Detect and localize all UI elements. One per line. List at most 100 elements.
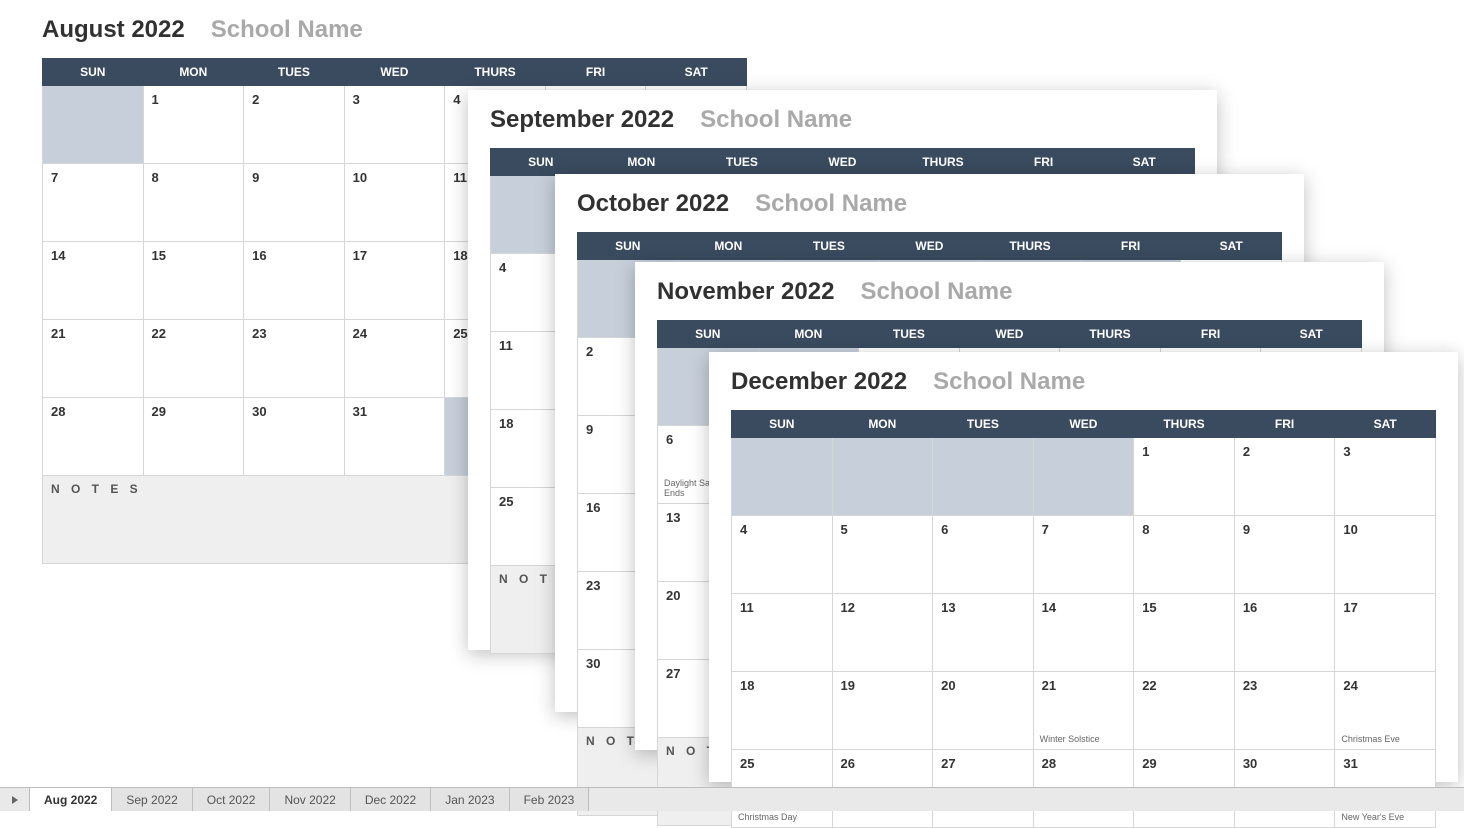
- day-header: WED: [879, 233, 980, 260]
- day-number: 26: [841, 756, 925, 771]
- day-header: MON: [832, 411, 933, 438]
- day-header: SAT: [1261, 321, 1362, 348]
- day-cell[interactable]: 17: [344, 242, 445, 320]
- day-cell[interactable]: 6: [933, 516, 1034, 594]
- day-cell[interactable]: 5: [832, 516, 933, 594]
- day-number: 28: [1042, 756, 1126, 771]
- day-cell[interactable]: [43, 86, 144, 164]
- school-name: School Name: [211, 16, 363, 44]
- day-header: THURS: [980, 233, 1081, 260]
- month-title: August 2022: [42, 16, 185, 44]
- day-cell[interactable]: 4: [732, 516, 833, 594]
- day-number: 9: [1243, 522, 1327, 537]
- day-cell[interactable]: 21: [43, 320, 144, 398]
- day-cell[interactable]: 17: [1335, 594, 1436, 672]
- day-header: FRI: [545, 59, 646, 86]
- day-cell[interactable]: 23: [1234, 672, 1335, 750]
- day-cell[interactable]: 8: [143, 164, 244, 242]
- day-cell[interactable]: 14: [1033, 594, 1134, 672]
- day-cell[interactable]: 16: [244, 242, 345, 320]
- month-title: September 2022: [490, 106, 674, 134]
- tab-nav-button[interactable]: [0, 788, 30, 811]
- day-cell[interactable]: [732, 438, 833, 516]
- day-number: 31: [1343, 756, 1427, 771]
- day-number: 30: [252, 404, 336, 419]
- day-cell[interactable]: 24: [344, 320, 445, 398]
- day-cell[interactable]: 1: [143, 86, 244, 164]
- day-header: WED: [792, 149, 893, 176]
- day-cell[interactable]: 13: [933, 594, 1034, 672]
- day-cell[interactable]: 19: [832, 672, 933, 750]
- day-cell[interactable]: 10: [344, 164, 445, 242]
- day-header: TUES: [244, 59, 345, 86]
- day-cell[interactable]: 30: [244, 398, 345, 476]
- day-cell[interactable]: 22: [143, 320, 244, 398]
- day-number: 5: [841, 522, 925, 537]
- day-cell[interactable]: 12: [832, 594, 933, 672]
- day-header: SUN: [732, 411, 833, 438]
- day-cell[interactable]: 8: [1134, 516, 1235, 594]
- sheet-tab[interactable]: Oct 2022: [193, 788, 271, 811]
- day-number: 17: [353, 248, 437, 263]
- sheet-tab[interactable]: Sep 2022: [112, 788, 192, 811]
- school-name: School Name: [933, 368, 1085, 396]
- day-cell[interactable]: 14: [43, 242, 144, 320]
- day-header: MON: [143, 59, 244, 86]
- tab-list: Aug 2022Sep 2022Oct 2022Nov 2022Dec 2022…: [30, 788, 589, 811]
- day-cell[interactable]: 9: [1234, 516, 1335, 594]
- day-cell[interactable]: 16: [1234, 594, 1335, 672]
- day-cell[interactable]: [1033, 438, 1134, 516]
- day-cell[interactable]: 15: [1134, 594, 1235, 672]
- day-number: 7: [51, 170, 135, 185]
- day-header: SAT: [646, 59, 747, 86]
- day-cell[interactable]: 7: [1033, 516, 1134, 594]
- day-cell[interactable]: 23: [244, 320, 345, 398]
- day-cell[interactable]: [832, 438, 933, 516]
- day-header: THURS: [1134, 411, 1235, 438]
- day-number: 8: [1142, 522, 1226, 537]
- day-header: FRI: [993, 149, 1094, 176]
- day-cell[interactable]: 18: [732, 672, 833, 750]
- day-number: 18: [740, 678, 824, 693]
- day-cell[interactable]: 2: [1234, 438, 1335, 516]
- day-header: TUES: [692, 149, 793, 176]
- day-cell[interactable]: 3: [344, 86, 445, 164]
- sheet-tab[interactable]: Dec 2022: [351, 788, 431, 811]
- day-cell[interactable]: [933, 438, 1034, 516]
- sheet-tab[interactable]: Feb 2023: [510, 788, 590, 811]
- day-cell[interactable]: 7: [43, 164, 144, 242]
- day-cell[interactable]: 24Christmas Eve: [1335, 672, 1436, 750]
- day-cell[interactable]: 9: [244, 164, 345, 242]
- day-header: SAT: [1094, 149, 1195, 176]
- day-header: SAT: [1335, 411, 1436, 438]
- day-number: 29: [1142, 756, 1226, 771]
- month-title: November 2022: [657, 278, 834, 306]
- day-header: MON: [678, 233, 779, 260]
- sheet-tab-bar: Aug 2022Sep 2022Oct 2022Nov 2022Dec 2022…: [0, 787, 1464, 811]
- day-number: 15: [152, 248, 236, 263]
- day-cell[interactable]: 21Winter Solstice: [1033, 672, 1134, 750]
- day-cell[interactable]: 1: [1134, 438, 1235, 516]
- day-cell[interactable]: 31: [344, 398, 445, 476]
- day-number: 4: [740, 522, 824, 537]
- day-cell[interactable]: 20: [933, 672, 1034, 750]
- school-name: School Name: [860, 278, 1012, 306]
- day-cell[interactable]: 2: [244, 86, 345, 164]
- day-cell[interactable]: 10: [1335, 516, 1436, 594]
- sheet-tab[interactable]: Jan 2023: [431, 788, 509, 811]
- sheet-tab[interactable]: Nov 2022: [270, 788, 350, 811]
- day-cell[interactable]: 28: [43, 398, 144, 476]
- day-cell[interactable]: 3: [1335, 438, 1436, 516]
- day-cell[interactable]: 22: [1134, 672, 1235, 750]
- sheet-tab[interactable]: Aug 2022: [30, 788, 112, 811]
- day-number: 8: [152, 170, 236, 185]
- day-number: 23: [252, 326, 336, 341]
- day-number: 21: [51, 326, 135, 341]
- day-cell[interactable]: 29: [143, 398, 244, 476]
- day-number: 12: [841, 600, 925, 615]
- day-cell[interactable]: 11: [732, 594, 833, 672]
- day-number: 3: [353, 92, 437, 107]
- day-cell[interactable]: 15: [143, 242, 244, 320]
- event-label: Christmas Eve: [1341, 735, 1400, 745]
- day-number: 14: [51, 248, 135, 263]
